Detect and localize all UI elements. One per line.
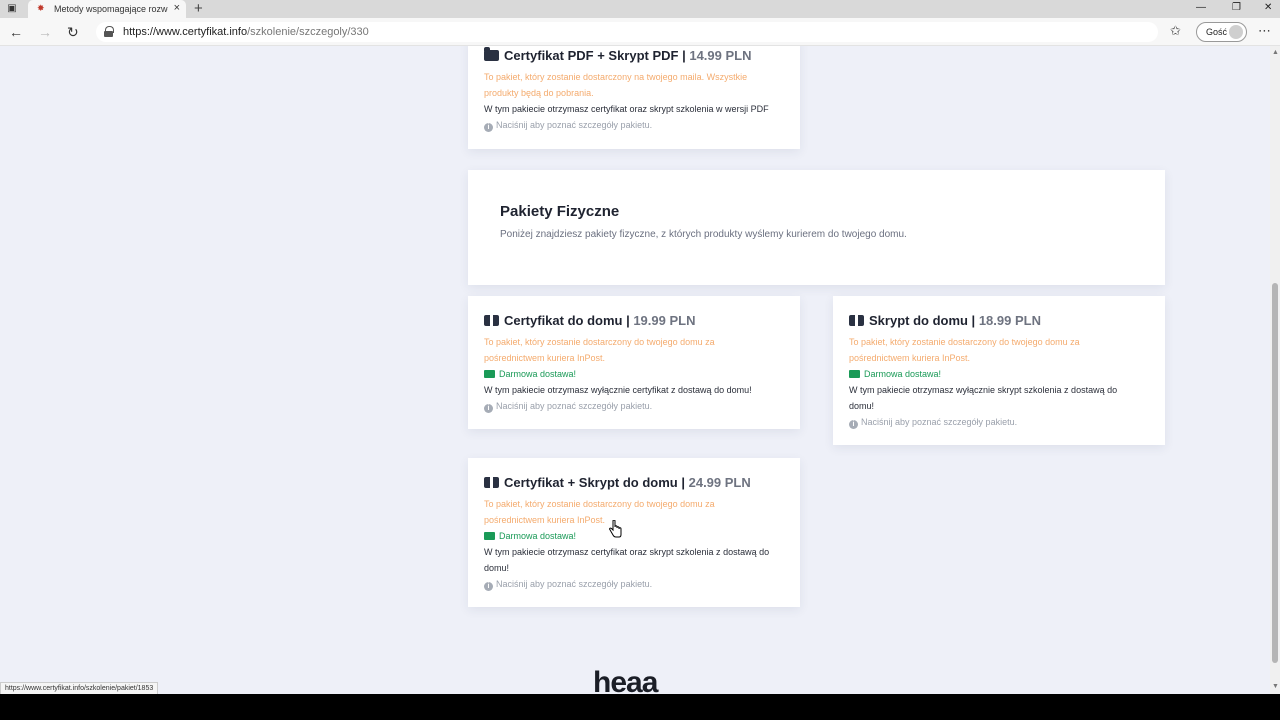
scroll-up-icon[interactable]: ▲: [1272, 49, 1279, 57]
info-circle-icon: i: [484, 123, 493, 132]
more-menu-icon[interactable]: ⋯: [1258, 23, 1271, 39]
details-hint: i Naciśnij aby poznać szczegóły pakietu.: [849, 414, 1017, 430]
scrollbar-thumb[interactable]: [1272, 283, 1278, 663]
package-description: domu!: [484, 563, 510, 573]
package-description: domu!: [849, 401, 875, 411]
folder-open-icon: [484, 47, 499, 61]
browser-toolbar: ← → ↻ https://www.certyfikat.info/szkole…: [0, 18, 1280, 46]
delivery-info: pośrednictwem kuriera InPost.: [484, 353, 606, 363]
tab-close-icon[interactable]: ×: [174, 2, 180, 15]
lock-icon[interactable]: [104, 26, 114, 37]
delivery-info: produkty będą do pobrania.: [484, 88, 594, 98]
info-circle-icon: i: [849, 420, 858, 429]
delivery-info: To pakiet, który zostanie dostarczony do…: [484, 337, 715, 347]
page-viewport: Certyfikat PDF + Skrypt PDF | 14.99 PLN …: [0, 46, 1280, 694]
truck-icon: [484, 532, 495, 540]
package-card-pdf[interactable]: Certyfikat PDF + Skrypt PDF | 14.99 PLN …: [468, 46, 800, 149]
section-title: Pakiety Fizyczne: [500, 203, 620, 220]
reload-icon[interactable]: ↻: [67, 24, 79, 40]
package-description: W tym pakiecie otrzymasz wyłącznie certy…: [484, 385, 752, 395]
package-title: Certyfikat + Skrypt do domu | 24.99 PLN: [484, 475, 751, 491]
bottom-bar: [0, 694, 1280, 720]
info-circle-icon: i: [484, 582, 493, 591]
delivery-info: pośrednictwem kuriera InPost.: [849, 353, 971, 363]
package-card-script[interactable]: Skrypt do domu | 18.99 PLN To pakiet, kt…: [833, 296, 1165, 445]
window-close-icon[interactable]: ✕: [1264, 1, 1272, 15]
physical-packages-header: Pakiety Fizyczne Poniżej znajdziesz paki…: [468, 170, 1165, 285]
box-open-icon: [484, 315, 499, 326]
tab-actions-icon[interactable]: ▣: [6, 3, 18, 15]
profile-button[interactable]: Gość: [1196, 22, 1247, 42]
package-title: Certyfikat do domu | 19.99 PLN: [484, 313, 695, 329]
package-description: W tym pakiecie otrzymasz wyłącznie skryp…: [849, 385, 1118, 395]
site-favicon-icon: ✸: [37, 3, 45, 13]
profile-label: Gość: [1206, 27, 1228, 37]
scroll-down-icon[interactable]: ▼: [1272, 683, 1279, 691]
truck-icon: [849, 370, 860, 378]
free-shipping: Darmowa dostawa!: [849, 366, 941, 382]
details-hint: i Naciśnij aby poznać szczegóły pakietu.: [484, 576, 652, 592]
package-description: W tym pakiecie otrzymasz certyfikat oraz…: [484, 547, 770, 557]
tab-title: Metody wspomagające rozwój r...: [54, 4, 168, 14]
new-tab-icon[interactable]: +: [194, 0, 203, 18]
package-title: Certyfikat PDF + Skrypt PDF | 14.99 PLN: [484, 47, 752, 64]
address-url[interactable]: https://www.certyfikat.info/szkolenie/sz…: [123, 26, 369, 38]
browser-tab[interactable]: ✸ Metody wspomagające rozwój r... ×: [28, 0, 186, 18]
back-icon[interactable]: ←: [9, 24, 23, 40]
avatar: [1229, 25, 1243, 39]
package-description: W tym pakiecie otrzymasz certyfikat oraz…: [484, 104, 769, 114]
package-title: Skrypt do domu | 18.99 PLN: [849, 313, 1041, 329]
info-circle-icon: i: [484, 404, 493, 413]
minimize-icon[interactable]: —: [1196, 1, 1206, 15]
page-scrollbar[interactable]: ▲ ▼: [1270, 46, 1280, 694]
delivery-info: pośrednictwem kuriera InPost.: [484, 515, 606, 525]
address-bar[interactable]: https://www.certyfikat.info/szkolenie/sz…: [96, 22, 1158, 42]
box-open-icon: [849, 315, 864, 326]
truck-icon: [484, 370, 495, 378]
details-hint: i Naciśnij aby poznać szczegóły pakietu.: [484, 398, 652, 414]
favorites-icon[interactable]: ✩: [1170, 23, 1181, 39]
restore-icon[interactable]: ❐: [1232, 1, 1241, 15]
free-shipping: Darmowa dostawa!: [484, 528, 576, 544]
delivery-info: To pakiet, który zostanie dostarczony do…: [484, 499, 715, 509]
package-card-certificate[interactable]: Certyfikat do domu | 19.99 PLN To pakiet…: [468, 296, 800, 429]
browser-tab-bar: ▣ ✸ Metody wspomagające rozwój r... × + …: [0, 0, 1280, 18]
details-hint: i Naciśnij aby poznać szczegóły pakietu.: [484, 117, 652, 133]
box-open-icon: [484, 477, 499, 488]
footer-logo[interactable]: heaa: [593, 666, 658, 694]
package-card-certificate-script[interactable]: Certyfikat + Skrypt do domu | 24.99 PLN …: [468, 458, 800, 607]
forward-icon[interactable]: →: [38, 24, 52, 40]
section-subtitle: Poniżej znajdziesz pakiety fizyczne, z k…: [500, 229, 907, 240]
hand-cursor-icon: [608, 520, 622, 538]
delivery-info: To pakiet, który zostanie dostarczony na…: [484, 72, 748, 82]
free-shipping: Darmowa dostawa!: [484, 366, 576, 382]
delivery-info: To pakiet, który zostanie dostarczony do…: [849, 337, 1080, 347]
